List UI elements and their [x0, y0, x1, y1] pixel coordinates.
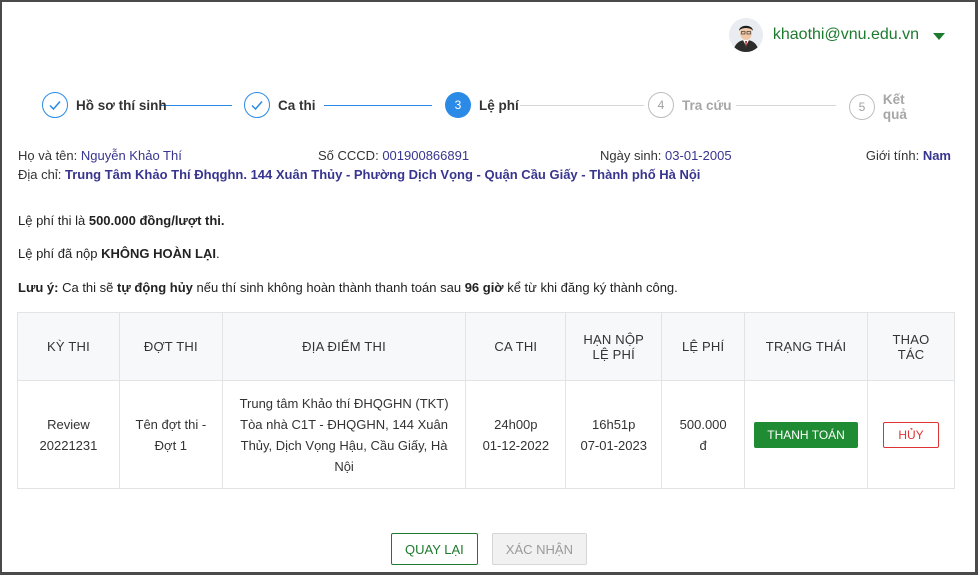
- cell-text: Thủy, Dịch Vọng Hậu, Cầu Giấy, Hà: [240, 437, 448, 453]
- user-email[interactable]: khaothi@vnu.edu.vn: [773, 26, 919, 44]
- name-label: Họ và tên:: [18, 148, 78, 163]
- candidate-gender-row: Giới tính: Nam: [866, 148, 951, 163]
- step-connector: [324, 105, 432, 106]
- step-result[interactable]: 5 Kết quả: [849, 92, 932, 122]
- candidate-address: Trung Tâm Khảo Thí Đhqghn. 144 Xuân Thủy…: [64, 167, 701, 182]
- fee-notice-text: Lệ phí thi là: [18, 213, 86, 228]
- step-connector: [160, 105, 232, 106]
- candidate-id: 001900866891: [382, 148, 470, 163]
- cell-text: Review: [47, 416, 90, 432]
- header-deadline-line: LỆ PHÍ: [592, 346, 635, 362]
- step-number: 5: [849, 94, 875, 120]
- chevron-down-icon[interactable]: [933, 33, 945, 40]
- header-deadline: HẠN NỘP LỆ PHÍ: [565, 312, 663, 381]
- step-label: Ca thi: [278, 97, 316, 113]
- fee-notice: Lệ phí thi là 500.000 đồng/lượt thi.: [18, 213, 225, 228]
- note-emphasis: tự động hủy: [117, 280, 193, 295]
- candidate-address-row: Địa chỉ: Trung Tâm Khảo Thí Đhqghn. 144 …: [18, 167, 700, 182]
- step-profile[interactable]: Hồ sơ thí sinh: [42, 92, 167, 118]
- header-batch: ĐỢT THI: [118, 312, 223, 381]
- pay-button[interactable]: THANH TOÁN: [754, 421, 858, 448]
- cell-text: đ: [699, 437, 707, 453]
- confirm-button[interactable]: XÁC NHẬN: [491, 533, 587, 565]
- nonrefund-emphasis: KHÔNG HOÀN LẠI: [101, 246, 216, 261]
- cell-batch: Tên đợt thi - Đợt 1: [118, 380, 223, 489]
- header-deadline-line: HẠN NỘP: [583, 331, 645, 347]
- candidate-dob-row: Ngày sinh: 03-01-2005: [600, 148, 732, 163]
- cancel-button[interactable]: HỦY: [883, 421, 939, 448]
- cell-text: Đợt 1: [154, 437, 188, 453]
- step-fee[interactable]: 3 Lệ phí: [445, 92, 519, 118]
- cell-text: 16h51p: [592, 416, 636, 432]
- step-shift[interactable]: Ca thi: [244, 92, 316, 118]
- progress-stepper: Hồ sơ thí sinh Ca thi 3 Lệ phí 4 Tra cứu…: [42, 92, 932, 122]
- header-action: THAO TÁC: [867, 312, 955, 381]
- cell-action: HỦY: [867, 380, 955, 489]
- cell-text: Trung tâm Khảo thí ĐHQGHN (TKT): [239, 395, 449, 411]
- candidate-id-row: Số CCCD: 001900866891: [318, 148, 469, 163]
- step-label: Tra cứu: [682, 97, 732, 113]
- id-label: Số CCCD:: [318, 148, 379, 163]
- note-text: Ca thi sẽ: [62, 280, 114, 295]
- nonrefund-period: .: [216, 246, 220, 261]
- cell-text: 24h00p: [494, 416, 538, 432]
- back-button[interactable]: QUAY LẠI: [391, 533, 478, 565]
- step-number: 3: [445, 92, 471, 118]
- note-label: Lưu ý:: [18, 280, 59, 295]
- auto-cancel-note: Lưu ý: Ca thi sẽ tự động hủy nếu thí sin…: [18, 280, 678, 295]
- candidate-name: Nguyễn Khảo Thí: [80, 148, 182, 163]
- cell-exam: Review 20221231: [17, 380, 120, 489]
- address-label: Địa chỉ:: [18, 167, 62, 182]
- header-status: TRẠNG THÁI: [744, 312, 868, 381]
- step-connector: [736, 105, 836, 106]
- check-icon: [244, 92, 270, 118]
- gender-label: Giới tính:: [865, 148, 920, 163]
- header-fee: LỆ PHÍ: [661, 312, 746, 381]
- step-label: Kết quả: [882, 92, 907, 122]
- fee-amount: 500.000 đồng/lượt thi.: [88, 213, 225, 228]
- page-frame: khaothi@vnu.edu.vn Hồ sơ thí sinh Ca thi…: [0, 0, 978, 575]
- avatar: [728, 18, 763, 52]
- note-text: kể từ khi đăng ký thành công.: [507, 280, 678, 295]
- note-emphasis: 96 giờ: [464, 280, 504, 295]
- dob-label: Ngày sinh:: [600, 148, 662, 163]
- footer-actions: QUAY LẠI XÁC NHẬN: [391, 533, 587, 565]
- cell-fee: 500.000 đ: [661, 380, 746, 489]
- cell-shift: 24h00p 01-12-2022: [465, 380, 567, 489]
- step-connector: [520, 105, 644, 106]
- cell-location: Trung tâm Khảo thí ĐHQGHN (TKT) Tòa nhà …: [221, 380, 467, 489]
- nonrefund-notice: Lệ phí đã nộp KHÔNG HOÀN LẠI.: [18, 246, 220, 261]
- cell-text: 20221231: [39, 437, 98, 453]
- header-exam: KỲ THI: [17, 312, 120, 381]
- check-icon: [42, 92, 68, 118]
- header-location: ĐỊA ĐIỂM THI: [221, 312, 467, 381]
- cell-status: THANH TOÁN: [744, 380, 868, 489]
- cell-text: 01-12-2022: [482, 437, 550, 453]
- candidate-gender: Nam: [922, 148, 951, 163]
- step-label: Hồ sơ thí sinh: [76, 97, 167, 113]
- nonrefund-text: Lệ phí đã nộp: [18, 246, 98, 261]
- cell-text: Tên đợt thi -: [135, 416, 207, 432]
- candidate-dob: 03-01-2005: [665, 148, 732, 163]
- registration-table: KỲ THI ĐỢT THI ĐỊA ĐIỂM THI CA THI HẠN N…: [17, 312, 955, 489]
- note-text: nếu thí sinh không hoàn thành thanh toán…: [196, 280, 462, 295]
- cell-text: 500.000: [679, 416, 727, 432]
- user-menu[interactable]: khaothi@vnu.edu.vn: [728, 18, 945, 52]
- step-label: Lệ phí: [479, 97, 519, 113]
- step-number: 4: [648, 92, 674, 118]
- cell-deadline: 16h51p 07-01-2023: [565, 380, 663, 489]
- table-row: Review 20221231 Tên đợt thi - Đợt 1 Trun…: [17, 380, 955, 489]
- header-shift: CA THI: [465, 312, 567, 381]
- candidate-name-row: Họ và tên: Nguyễn Khảo Thí: [18, 148, 182, 163]
- step-lookup[interactable]: 4 Tra cứu: [648, 92, 732, 118]
- cell-text: Nội: [334, 458, 354, 474]
- table-header-row: KỲ THI ĐỢT THI ĐỊA ĐIỂM THI CA THI HẠN N…: [17, 312, 955, 381]
- header-action-line: THAO: [892, 331, 930, 347]
- header-action-line: TÁC: [897, 346, 925, 362]
- cell-text: Tòa nhà C1T - ĐHQGHN, 144 Xuân: [240, 416, 448, 432]
- cell-text: 07-01-2023: [580, 437, 647, 453]
